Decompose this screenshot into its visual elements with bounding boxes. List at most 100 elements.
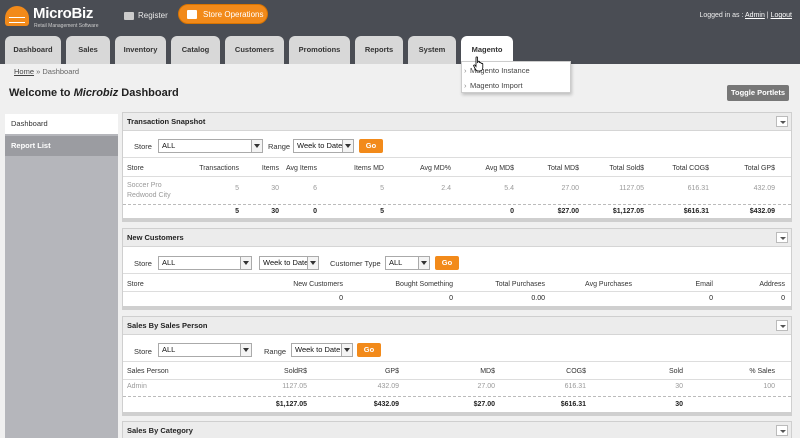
customer-type-label: Customer Type xyxy=(330,259,381,268)
table-cell: 27.00 xyxy=(561,185,579,192)
total-cell: $27.00 xyxy=(557,208,579,215)
col-header: Total Purchases xyxy=(495,281,545,288)
register-icon xyxy=(124,12,134,20)
store-label: Store xyxy=(134,347,152,356)
store-icon xyxy=(187,10,197,19)
customer-type-value: ALL xyxy=(389,258,403,267)
customer-type-select[interactable]: ALL xyxy=(385,256,430,270)
toggle-portlets-button[interactable]: Toggle Portlets xyxy=(727,85,789,101)
total-cell: $1,127.05 xyxy=(275,401,307,408)
portlet-footer xyxy=(123,218,791,222)
table-cell: 0 xyxy=(449,295,453,302)
table-cell: 30 xyxy=(675,383,683,390)
sidebar-item-report-list[interactable]: Report List xyxy=(5,136,118,156)
portlet-menu-icon[interactable] xyxy=(776,232,788,243)
store-select[interactable]: ALL xyxy=(158,139,263,153)
store-operations-button[interactable]: Store Operations xyxy=(178,4,268,24)
tab-dashboard[interactable]: Dashboard xyxy=(5,36,61,64)
col-header: Items xyxy=(261,165,279,172)
tab-inventory[interactable]: Inventory xyxy=(115,36,166,64)
tab-promotions[interactable]: Promotions xyxy=(289,36,350,64)
app-tagline: Retail Management Software xyxy=(34,23,99,29)
portlet-title: New Customers xyxy=(123,229,791,247)
sidebar-item-dashboard[interactable]: Dashboard xyxy=(5,114,118,134)
col-header: Total GP$ xyxy=(744,165,775,172)
total-cell: $432.09 xyxy=(749,208,775,215)
chevron-down-icon xyxy=(418,257,429,269)
register-link[interactable]: Register xyxy=(124,8,168,24)
store-select[interactable]: ALL xyxy=(158,343,252,357)
col-header: Transactions xyxy=(199,165,239,172)
col-header: Items MD xyxy=(354,165,384,172)
range-select[interactable]: Week to Date xyxy=(293,139,354,153)
hand-cursor-icon xyxy=(473,56,484,72)
total-cell: 30 xyxy=(271,208,279,215)
portlet-menu-icon[interactable] xyxy=(776,116,788,127)
sales-by-category-portlet: Sales By Category xyxy=(122,421,792,438)
go-button[interactable]: Go xyxy=(357,343,381,357)
table-cell: 432.09 xyxy=(377,383,399,390)
table-cell: 5 xyxy=(235,185,239,192)
totals-divider xyxy=(123,396,791,397)
top-bar xyxy=(0,0,800,34)
app-logo[interactable]: MicroBiz Retail Management Software xyxy=(5,4,115,30)
col-header: Avg Items xyxy=(286,165,317,172)
portlet-menu-icon[interactable] xyxy=(776,425,788,436)
sales-by-person-portlet: Sales By Sales Person Store ALL Range We… xyxy=(122,316,792,416)
logout-link[interactable]: Logout xyxy=(771,12,792,19)
chevron-down-icon xyxy=(307,257,318,269)
app-name: MicroBiz xyxy=(33,5,94,22)
table-cell: 0 xyxy=(781,295,785,302)
breadcrumb: Home » Dashboard xyxy=(14,67,79,76)
total-cell: $1,127.05 xyxy=(612,208,644,215)
table-cell: 27.00 xyxy=(477,383,495,390)
col-header: % Sales xyxy=(749,368,775,375)
tab-reports[interactable]: Reports xyxy=(355,36,403,64)
table-cell: 100 xyxy=(763,383,775,390)
col-header: SoldR$ xyxy=(284,368,307,375)
tab-customers[interactable]: Customers xyxy=(225,36,284,64)
total-cell: 5 xyxy=(235,208,239,215)
portlet-footer xyxy=(123,306,791,310)
portlet-title: Transaction Snapshot xyxy=(123,113,791,131)
divider xyxy=(123,379,791,380)
total-cell: $27.00 xyxy=(473,401,495,408)
portlet-title: Sales By Category xyxy=(123,422,791,438)
portlet-footer xyxy=(123,412,791,416)
total-cell: 0 xyxy=(313,208,317,215)
store-label: Store xyxy=(134,142,152,151)
store-select[interactable]: ALL xyxy=(158,256,252,270)
sidebar: Dashboard Report List xyxy=(5,114,118,438)
range-select[interactable]: Week to Date xyxy=(259,256,319,270)
range-select[interactable]: Week to Date xyxy=(291,343,353,357)
total-cell: 30 xyxy=(675,401,683,408)
col-header: Email xyxy=(695,281,713,288)
table-cell: Redwood City xyxy=(127,192,171,199)
breadcrumb-home[interactable]: Home xyxy=(14,67,34,76)
table-cell: 30 xyxy=(271,185,279,192)
col-header: Address xyxy=(759,281,785,288)
user-link[interactable]: Admin xyxy=(745,12,765,19)
table-cell: 6 xyxy=(313,185,317,192)
tab-system[interactable]: System xyxy=(408,36,456,64)
chevron-down-icon xyxy=(341,344,352,356)
tab-sales[interactable]: Sales xyxy=(66,36,110,64)
portlet-menu-icon[interactable] xyxy=(776,320,788,331)
col-header: Total MD$ xyxy=(547,165,579,172)
chevron-down-icon xyxy=(251,140,262,152)
chevron-down-icon xyxy=(240,257,251,269)
main-nav: Dashboard Sales Inventory Catalog Custom… xyxy=(0,34,800,66)
chevron-down-icon xyxy=(342,140,353,152)
breadcrumb-current: Dashboard xyxy=(42,67,80,76)
col-header: COG$ xyxy=(566,368,586,375)
range-select-value: Week to Date xyxy=(295,345,341,354)
table-cell: 5.4 xyxy=(504,185,514,192)
menu-item-magento-import[interactable]: Magento Import xyxy=(464,81,522,90)
go-button[interactable]: Go xyxy=(435,256,459,270)
page-title-prefix: Welcome to xyxy=(9,87,74,99)
col-header: Avg Purchases xyxy=(585,281,632,288)
tab-catalog[interactable]: Catalog xyxy=(171,36,220,64)
table-cell: 0 xyxy=(339,295,343,302)
go-button[interactable]: Go xyxy=(359,139,383,153)
page-title-brand: Microbiz xyxy=(73,87,119,99)
